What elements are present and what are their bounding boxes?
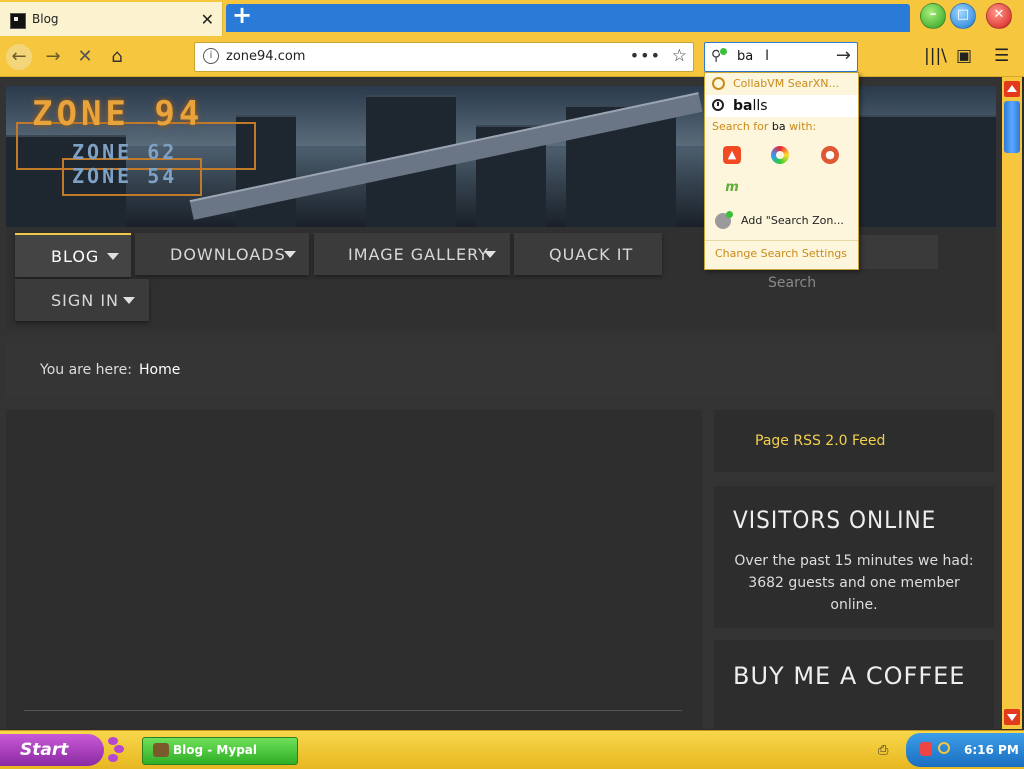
rss-module: Page RSS 2.0 Feed [714, 410, 994, 472]
url-text: zone94.com [226, 49, 306, 64]
menu-item-downloads[interactable]: DOWNLOADS [135, 233, 309, 275]
system-tray: 6:16 PM [906, 733, 1024, 767]
menu-item-label: BLOG [51, 247, 100, 266]
close-icon: ✕ [993, 7, 1005, 22]
suggestion-text: balls [733, 98, 768, 114]
minimize-icon: – [929, 7, 937, 22]
search-with-header: Search for ba with: [712, 120, 817, 133]
site-logo-sub: ZONE 54 [72, 164, 178, 188]
minimize-button[interactable]: – [920, 3, 946, 29]
menu-item-blog[interactable]: BLOG [15, 233, 131, 277]
start-button[interactable]: Start [0, 734, 104, 766]
sidebar-icon[interactable]: ▣ [956, 46, 972, 66]
library-icon[interactable]: |||\ [924, 46, 947, 66]
current-engine-row[interactable]: CollabVM SearXN... [705, 73, 858, 95]
globe-icon [712, 77, 725, 90]
chevron-down-icon [484, 251, 496, 258]
suggestion-row[interactable]: balls [705, 95, 858, 117]
maximize-icon: □ [956, 7, 970, 22]
start-label: Start [20, 740, 69, 760]
menu-item-label: QUACK IT [549, 245, 634, 264]
new-tab-button[interactable]: + [226, 1, 910, 32]
plus-icon: + [232, 1, 253, 29]
close-window-button[interactable]: ✕ [986, 3, 1012, 29]
history-clock-icon [712, 99, 724, 111]
menu-item-label: SIGN IN [51, 291, 120, 310]
add-engine-dot-icon [719, 47, 728, 56]
search-bar[interactable]: ⚲ ba I → [704, 42, 858, 72]
scrollbar-thumb[interactable] [1004, 101, 1020, 153]
add-engine-icon [715, 211, 733, 229]
bookmark-star-icon[interactable]: ☆ [672, 46, 687, 66]
site-logo[interactable]: ZONE 94 [32, 94, 203, 134]
page-actions-icon[interactable]: ••• [630, 46, 661, 65]
taskbar-item-blog[interactable]: Blog - Mypal [142, 737, 298, 765]
search-suggestions-popup: CollabVM SearXN... balls Search for ba w… [704, 72, 859, 270]
search-settings-row[interactable]: Change Search Settings [705, 240, 858, 265]
forward-button[interactable]: → [40, 44, 66, 70]
visitors-text: Over the past 15 minutes we had: 3682 gu… [734, 553, 974, 613]
tab-title: Blog [32, 12, 59, 26]
visitors-title: VISITORS ONLINE [733, 506, 937, 534]
site-search-input[interactable]: Search [768, 275, 844, 303]
start-flower-icon [104, 735, 130, 765]
text-cursor-icon: I [765, 48, 770, 64]
vertical-scrollbar[interactable] [1002, 77, 1022, 729]
main-content [6, 410, 702, 729]
menu-item-label: DOWNLOADS [170, 245, 286, 264]
search-go-icon[interactable]: → [836, 45, 851, 66]
menu-item-label: IMAGE GALLERY [348, 245, 489, 264]
search-settings-label: Change Search Settings [715, 247, 848, 260]
breadcrumb-label: You are here: [40, 362, 132, 378]
divider [24, 710, 682, 711]
duckduckgo-icon[interactable]: ● [821, 146, 839, 164]
home-button[interactable]: ⌂ [104, 44, 130, 70]
clock[interactable]: 6:16 PM [964, 743, 1019, 757]
tab-blog[interactable]: Blog ✕ [0, 2, 223, 36]
qwant-icon[interactable] [771, 146, 789, 164]
taskbar-item-label: Blog - Mypal [173, 743, 257, 757]
coffee-module: BUY ME A COFFEE [714, 640, 994, 729]
add-engine-label: Add "Search Zon... [741, 214, 844, 227]
menu-item-quack-it[interactable]: QUACK IT [514, 233, 662, 275]
maximize-button[interactable]: □ [950, 3, 976, 29]
site-info-icon[interactable]: i [203, 48, 219, 64]
navigation-toolbar: ← → ✕ ⌂ i zone94.com ••• ☆ ⚲ ba I → |||\… [0, 38, 1024, 77]
add-search-engine-row[interactable]: Add "Search Zon... [705, 209, 858, 233]
chevron-down-icon [123, 297, 135, 304]
taskbar: Start Blog - Mypal ⎙ 6:16 PM [0, 730, 1024, 769]
site-favicon-icon [10, 13, 26, 29]
printer-icon[interactable]: ⎙ [878, 743, 888, 758]
site-logo-sub: ZONE 62 [72, 140, 178, 164]
search-field-background [852, 235, 938, 269]
search-tray-icon[interactable] [938, 742, 950, 754]
menu-item-image-gallery[interactable]: IMAGE GALLERY [314, 233, 510, 275]
address-bar[interactable]: i zone94.com ••• ☆ [194, 42, 694, 72]
chevron-down-icon [284, 251, 296, 258]
breadcrumb-home-link[interactable]: Home [139, 362, 180, 378]
stop-button[interactable]: ✕ [72, 44, 98, 70]
brave-icon[interactable]: ▲ [723, 146, 741, 164]
tab-strip: Blog ✕ + – □ ✕ [0, 0, 1024, 38]
mojeek-icon[interactable]: m [723, 179, 741, 197]
tab-close-icon[interactable]: ✕ [201, 10, 214, 29]
coffee-title: BUY ME A COFFEE [733, 662, 966, 690]
search-input[interactable]: ba [737, 49, 753, 64]
menu-icon[interactable]: ☰ [994, 46, 1009, 66]
mypal-icon [153, 743, 169, 757]
chevron-down-icon [107, 253, 119, 260]
visitors-module: VISITORS ONLINE Over the past 15 minutes… [714, 486, 994, 628]
current-engine-name: CollabVM SearXN... [733, 77, 840, 90]
network-icon[interactable] [920, 742, 932, 756]
back-button[interactable]: ← [6, 44, 32, 70]
scroll-up-icon[interactable] [1004, 81, 1020, 97]
scroll-down-icon[interactable] [1004, 709, 1020, 725]
breadcrumb: You are here: Home [6, 345, 996, 397]
rss-feed-link[interactable]: Page RSS 2.0 Feed [755, 433, 885, 449]
menu-item-sign-in[interactable]: SIGN IN [15, 279, 149, 321]
banner-building [856, 115, 996, 227]
